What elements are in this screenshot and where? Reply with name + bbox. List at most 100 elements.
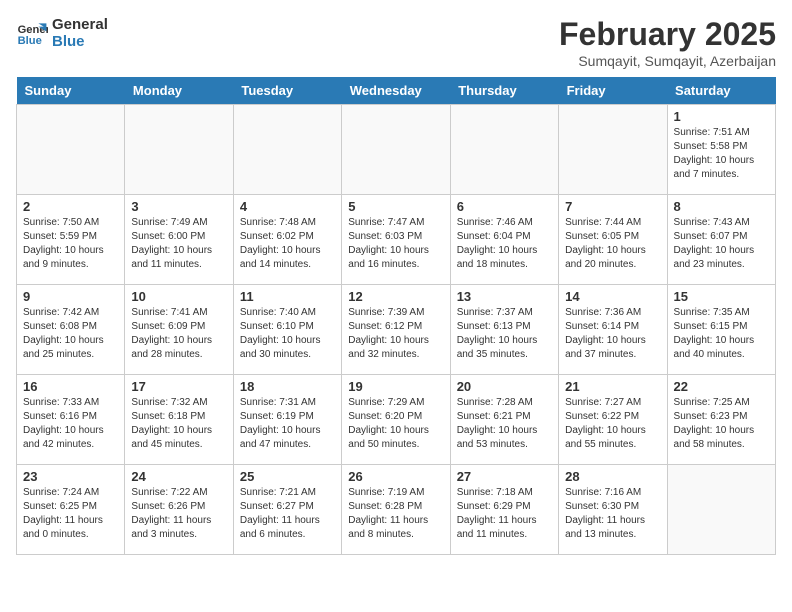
day-info: Sunrise: 7:48 AM Sunset: 6:02 PM Dayligh…: [240, 216, 335, 272]
header-thursday: Thursday: [450, 77, 558, 105]
location-subtitle: Sumqayit, Sumqayit, Azerbaijan: [559, 53, 776, 69]
logo-icon: General Blue: [16, 17, 48, 49]
logo: General Blue General Blue: [16, 16, 108, 50]
day-cell: 21Sunrise: 7:27 AM Sunset: 6:22 PM Dayli…: [559, 375, 667, 465]
day-cell: 26 Sunrise: 7:19 AM Sunset: 6:28 PM Dayli…: [342, 465, 450, 555]
day-number: 21: [565, 379, 660, 394]
day-number: 4: [240, 199, 335, 214]
day-info: Sunrise: 7:33 AM Sunset: 6:16 PM Dayligh…: [23, 396, 118, 452]
day-cell: [17, 105, 125, 195]
calendar-table: SundayMondayTuesdayWednesdayThursdayFrid…: [16, 77, 776, 555]
day-cell: 25Sunrise: 7:21 AM Sunset: 6:27 PM Dayli…: [233, 465, 341, 555]
header-wednesday: Wednesday: [342, 77, 450, 105]
day-info: Sunrise: 7:50 AM Sunset: 5:59 PM Dayligh…: [23, 216, 118, 272]
day-number: 18: [240, 379, 335, 394]
day-number: 15: [674, 289, 769, 304]
day-cell: 12 Sunrise: 7:39 AM Sunset: 6:12 PM Dayli…: [342, 285, 450, 375]
day-number: 23: [23, 469, 118, 484]
day-cell: 17 Sunrise: 7:32 AM Sunset: 6:18 PM Dayli…: [125, 375, 233, 465]
day-cell: 9 Sunrise: 7:42 AM Sunset: 6:08 PM Daylig…: [17, 285, 125, 375]
day-info: Sunrise: 7:43 AM Sunset: 6:07 PM Dayligh…: [674, 216, 769, 272]
week-row-4: 23 Sunrise: 7:24 AM Sunset: 6:25 PM Dayli…: [17, 465, 776, 555]
day-cell: [667, 465, 775, 555]
day-number: 3: [131, 199, 226, 214]
day-cell: 23 Sunrise: 7:24 AM Sunset: 6:25 PM Dayli…: [17, 465, 125, 555]
day-cell: 2Sunrise: 7:50 AM Sunset: 5:59 PM Daylig…: [17, 195, 125, 285]
header-monday: Monday: [125, 77, 233, 105]
header-tuesday: Tuesday: [233, 77, 341, 105]
month-title: February 2025: [559, 16, 776, 53]
day-number: 24: [131, 469, 226, 484]
day-cell: [233, 105, 341, 195]
day-cell: 3Sunrise: 7:49 AM Sunset: 6:00 PM Daylig…: [125, 195, 233, 285]
day-number: 5: [348, 199, 443, 214]
day-cell: 18 Sunrise: 7:31 AM Sunset: 6:19 PM Dayli…: [233, 375, 341, 465]
day-cell: 13 Sunrise: 7:37 AM Sunset: 6:13 PM Dayli…: [450, 285, 558, 375]
day-number: 17: [131, 379, 226, 394]
day-number: 22: [674, 379, 769, 394]
day-number: 16: [23, 379, 118, 394]
day-number: 9: [23, 289, 118, 304]
day-number: 8: [674, 199, 769, 214]
day-number: 12: [348, 289, 443, 304]
day-cell: [125, 105, 233, 195]
day-cell: 24Sunrise: 7:22 AM Sunset: 6:26 PM Dayli…: [125, 465, 233, 555]
day-cell: 11 Sunrise: 7:40 AM Sunset: 6:10 PM Dayli…: [233, 285, 341, 375]
day-number: 1: [674, 109, 769, 124]
day-cell: 5 Sunrise: 7:47 AM Sunset: 6:03 PM Daylig…: [342, 195, 450, 285]
calendar-header: SundayMondayTuesdayWednesdayThursdayFrid…: [17, 77, 776, 105]
day-info: Sunrise: 7:28 AM Sunset: 6:21 PM Dayligh…: [457, 396, 552, 452]
day-number: 26: [348, 469, 443, 484]
day-number: 14: [565, 289, 660, 304]
day-info: Sunrise: 7:51 AM Sunset: 5:58 PM Dayligh…: [674, 126, 769, 182]
day-cell: 16 Sunrise: 7:33 AM Sunset: 6:16 PM Dayli…: [17, 375, 125, 465]
day-info: Sunrise: 7:31 AM Sunset: 6:19 PM Dayligh…: [240, 396, 335, 452]
header-sunday: Sunday: [17, 77, 125, 105]
day-cell: 22 Sunrise: 7:25 AM Sunset: 6:23 PM Dayli…: [667, 375, 775, 465]
week-row-1: 2Sunrise: 7:50 AM Sunset: 5:59 PM Daylig…: [17, 195, 776, 285]
page-header: General Blue General Blue February 2025 …: [16, 16, 776, 69]
day-number: 10: [131, 289, 226, 304]
logo-blue: Blue: [52, 33, 108, 50]
day-info: Sunrise: 7:37 AM Sunset: 6:13 PM Dayligh…: [457, 306, 552, 362]
day-info: Sunrise: 7:41 AM Sunset: 6:09 PM Dayligh…: [131, 306, 226, 362]
day-cell: 19Sunrise: 7:29 AM Sunset: 6:20 PM Dayli…: [342, 375, 450, 465]
svg-text:Blue: Blue: [18, 35, 42, 47]
header-friday: Friday: [559, 77, 667, 105]
day-info: Sunrise: 7:39 AM Sunset: 6:12 PM Dayligh…: [348, 306, 443, 362]
day-number: 6: [457, 199, 552, 214]
day-info: Sunrise: 7:32 AM Sunset: 6:18 PM Dayligh…: [131, 396, 226, 452]
day-info: Sunrise: 7:40 AM Sunset: 6:10 PM Dayligh…: [240, 306, 335, 362]
day-cell: 28 Sunrise: 7:16 AM Sunset: 6:30 PM Dayli…: [559, 465, 667, 555]
week-row-2: 9 Sunrise: 7:42 AM Sunset: 6:08 PM Daylig…: [17, 285, 776, 375]
day-info: Sunrise: 7:19 AM Sunset: 6:28 PM Dayligh…: [348, 486, 443, 542]
day-info: Sunrise: 7:25 AM Sunset: 6:23 PM Dayligh…: [674, 396, 769, 452]
day-cell: 10 Sunrise: 7:41 AM Sunset: 6:09 PM Dayli…: [125, 285, 233, 375]
day-info: Sunrise: 7:29 AM Sunset: 6:20 PM Dayligh…: [348, 396, 443, 452]
week-row-0: 1 Sunrise: 7:51 AM Sunset: 5:58 PM Daylig…: [17, 105, 776, 195]
day-number: 11: [240, 289, 335, 304]
day-number: 27: [457, 469, 552, 484]
day-cell: 20 Sunrise: 7:28 AM Sunset: 6:21 PM Dayli…: [450, 375, 558, 465]
header-saturday: Saturday: [667, 77, 775, 105]
day-info: Sunrise: 7:16 AM Sunset: 6:30 PM Dayligh…: [565, 486, 660, 542]
day-cell: 27 Sunrise: 7:18 AM Sunset: 6:29 PM Dayli…: [450, 465, 558, 555]
day-cell: 4 Sunrise: 7:48 AM Sunset: 6:02 PM Daylig…: [233, 195, 341, 285]
day-number: 28: [565, 469, 660, 484]
day-info: Sunrise: 7:47 AM Sunset: 6:03 PM Dayligh…: [348, 216, 443, 272]
day-cell: [559, 105, 667, 195]
day-info: Sunrise: 7:42 AM Sunset: 6:08 PM Dayligh…: [23, 306, 118, 362]
day-cell: 1 Sunrise: 7:51 AM Sunset: 5:58 PM Daylig…: [667, 105, 775, 195]
day-number: 20: [457, 379, 552, 394]
day-cell: 7Sunrise: 7:44 AM Sunset: 6:05 PM Daylig…: [559, 195, 667, 285]
day-cell: 8 Sunrise: 7:43 AM Sunset: 6:07 PM Daylig…: [667, 195, 775, 285]
day-info: Sunrise: 7:18 AM Sunset: 6:29 PM Dayligh…: [457, 486, 552, 542]
week-row-3: 16 Sunrise: 7:33 AM Sunset: 6:16 PM Dayli…: [17, 375, 776, 465]
day-number: 13: [457, 289, 552, 304]
day-info: Sunrise: 7:24 AM Sunset: 6:25 PM Dayligh…: [23, 486, 118, 542]
day-number: 7: [565, 199, 660, 214]
day-info: Sunrise: 7:35 AM Sunset: 6:15 PM Dayligh…: [674, 306, 769, 362]
day-cell: 15 Sunrise: 7:35 AM Sunset: 6:15 PM Dayli…: [667, 285, 775, 375]
title-block: February 2025 Sumqayit, Sumqayit, Azerba…: [559, 16, 776, 69]
day-info: Sunrise: 7:36 AM Sunset: 6:14 PM Dayligh…: [565, 306, 660, 362]
